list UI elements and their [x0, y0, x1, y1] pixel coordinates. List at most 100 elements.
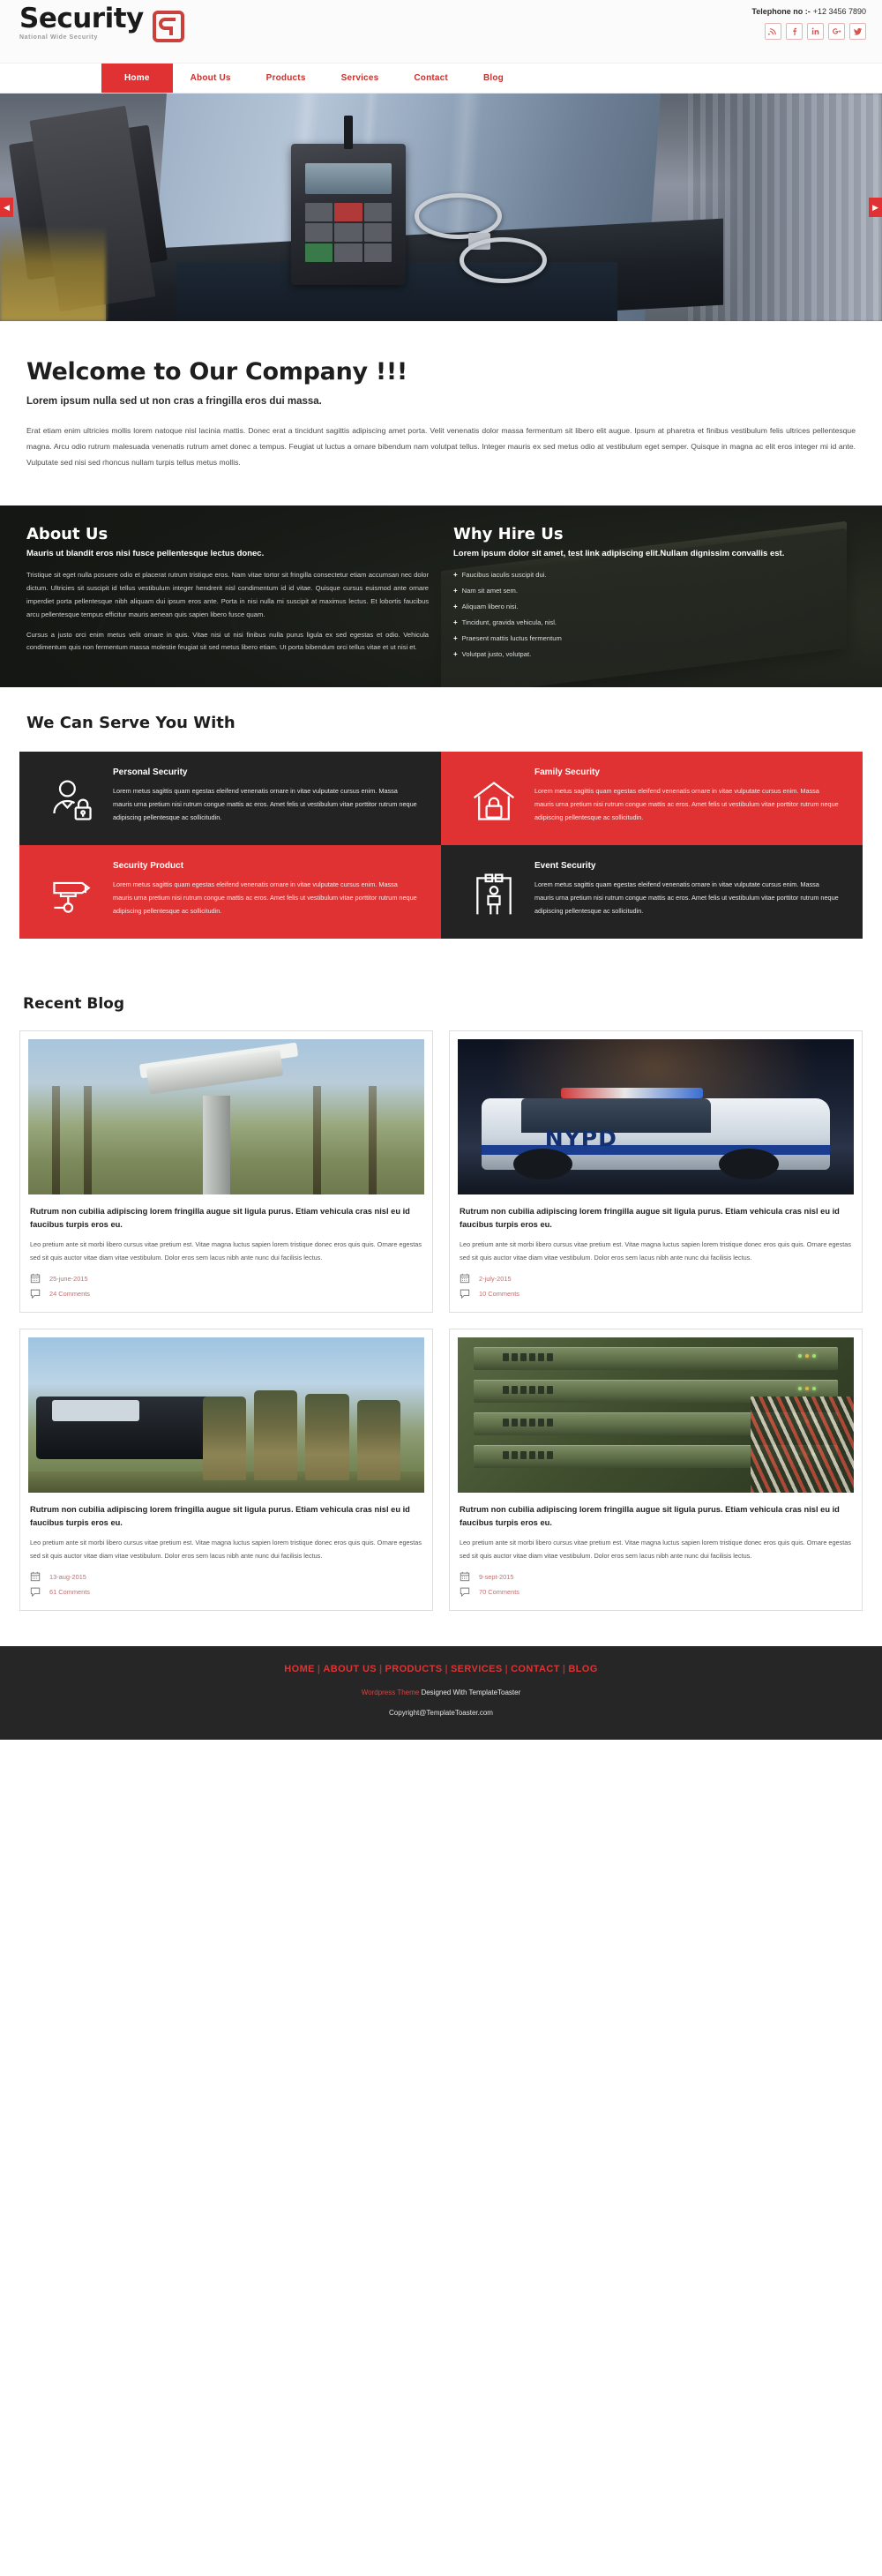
- hero-image: [0, 94, 882, 321]
- why-hire-title: Why Hire Us: [453, 525, 564, 544]
- blog-post-comments[interactable]: 24 Comments: [49, 1290, 90, 1298]
- blog-post-title[interactable]: Rutrum non cubilia adipiscing lorem frin…: [460, 1205, 852, 1231]
- facebook-icon[interactable]: [786, 23, 803, 40]
- blog-post-date[interactable]: 13-aug-2015: [49, 1573, 86, 1581]
- list-item: + Nam sit amet sem.: [453, 587, 856, 595]
- service-title: Family Security: [534, 768, 600, 778]
- footer-separator: |: [445, 1664, 448, 1675]
- plus-bullet-icon: +: [453, 603, 458, 611]
- blog-post-card[interactable]: NYPD Rutrum non cubilia adipiscing lorem…: [449, 1030, 863, 1314]
- blog-post-excerpt: Leo pretium ante sit morbi libero cursus…: [460, 1539, 851, 1560]
- about-paragraph-1: Tristique sit eget nulla posuere odio et…: [26, 571, 429, 618]
- social-links: [751, 23, 866, 40]
- blog-post-comments[interactable]: 10 Comments: [479, 1290, 519, 1298]
- footer-link-services[interactable]: SERVICES: [451, 1664, 503, 1674]
- linkedin-icon[interactable]: [807, 23, 824, 40]
- blog-post-meta: 2-july-2015 10 Comments: [460, 1273, 852, 1299]
- blog-post-comments[interactable]: 70 Comments: [479, 1588, 519, 1596]
- hero-slider: ◀ ▶: [0, 94, 882, 321]
- why-hire-subtitle: Lorem ipsum dolor sit amet, test link ad…: [453, 549, 785, 559]
- plus-bullet-icon: +: [453, 634, 458, 643]
- nav-item-products[interactable]: Products: [249, 64, 324, 93]
- why-hire-item-label: Nam sit amet sem.: [461, 587, 518, 595]
- footer-separator: |: [562, 1664, 566, 1675]
- why-hire-item-label: Faucibus iaculis suscipit dui.: [461, 571, 547, 580]
- about-subtitle: Mauris ut blandit eros nisi fusce pellen…: [26, 549, 265, 559]
- nav-item-about-us[interactable]: About Us: [173, 64, 249, 93]
- service-body: Lorem metus sagittis quam egestas eleife…: [534, 787, 839, 821]
- footer-navigation: HOME | ABOUT US | PRODUCTS | SERVICES | CONTACT |…: [0, 1664, 882, 1674]
- wordpress-theme-link[interactable]: Wordpress Theme: [362, 1689, 420, 1696]
- service-card-security-product[interactable]: Security Product Lorem metus sagittis qu…: [19, 845, 441, 940]
- googleplus-icon[interactable]: [828, 23, 845, 40]
- why-hire-list: + Faucibus iaculis suscipit dui. + Nam sit…: [453, 571, 856, 658]
- blog-post-date[interactable]: 25-june-2015: [49, 1275, 88, 1283]
- blog-post-title[interactable]: Rutrum non cubilia adipiscing lorem frin…: [460, 1503, 852, 1529]
- blog-grid: Rutrum non cubilia adipiscing lorem frin…: [19, 1030, 863, 1612]
- why-hire-item-label: Aliquam libero nisi.: [461, 603, 519, 611]
- blog-post-comments[interactable]: 61 Comments: [49, 1588, 90, 1596]
- footer-credit: Wordpress Theme Designed With TemplateTo…: [0, 1689, 882, 1696]
- blog-post-card[interactable]: Rutrum non cubilia adipiscing lorem frin…: [449, 1329, 863, 1612]
- telephone-number[interactable]: +12 3456 7890: [813, 7, 866, 16]
- services-grid: Personal Security Lorem metus sagittis q…: [19, 752, 863, 940]
- service-card-event-security[interactable]: Event Security Lorem metus sagittis quam…: [441, 845, 863, 940]
- footer-copyright: Copyright@TemplateToaster.com: [389, 1709, 493, 1718]
- rss-icon[interactable]: [765, 23, 781, 40]
- nav-item-services[interactable]: Services: [324, 64, 397, 93]
- footer-credit-text: Designed With TemplateToaster: [419, 1689, 521, 1697]
- blog-post-title[interactable]: Rutrum non cubilia adipiscing lorem frin…: [30, 1503, 422, 1529]
- nav-item-blog[interactable]: Blog: [466, 64, 521, 93]
- welcome-subtitle: Lorem ipsum nulla sed ut non cras a frin…: [26, 396, 322, 407]
- plus-bullet-icon: +: [453, 571, 458, 580]
- blog-post-meta: 25-june-2015 24 Comments: [30, 1273, 422, 1299]
- comment-icon: [30, 1288, 41, 1299]
- why-hire-us-column: Why Hire Us Lorem ipsum dolor sit amet, …: [453, 525, 856, 666]
- service-card-personal-security[interactable]: Personal Security Lorem metus sagittis q…: [19, 752, 441, 846]
- plus-bullet-icon: +: [453, 618, 458, 627]
- footer-link-products[interactable]: PRODUCTS: [385, 1664, 443, 1674]
- person-lock-icon: [32, 768, 113, 826]
- calendar-icon: [30, 1571, 41, 1582]
- footer-separator: |: [379, 1664, 383, 1675]
- footer-link-blog[interactable]: BLOG: [568, 1664, 597, 1674]
- twitter-icon[interactable]: [849, 23, 866, 40]
- blog-post-date[interactable]: 9-sept-2015: [479, 1573, 513, 1581]
- services-section: We Can Serve You With Personal Security …: [0, 687, 882, 980]
- hero-next-arrow[interactable]: ▶: [869, 198, 882, 217]
- blog-thumbnail-nypd-car[interactable]: NYPD: [458, 1039, 854, 1195]
- hero-prev-arrow[interactable]: ◀: [0, 198, 13, 217]
- blog-thumbnail-cctv-camera[interactable]: [28, 1039, 424, 1195]
- blog-post-meta: 13-aug-2015 61 Comments: [30, 1571, 422, 1598]
- blog-post-date[interactable]: 2-july-2015: [479, 1275, 512, 1283]
- logo-shield-icon: [151, 9, 186, 49]
- nav-item-home[interactable]: Home: [101, 64, 173, 93]
- blog-post-title[interactable]: Rutrum non cubilia adipiscing lorem frin…: [30, 1205, 422, 1231]
- metal-detector-icon: [453, 861, 534, 919]
- list-item: + Faucibus iaculis suscipit dui.: [453, 571, 856, 579]
- calendar-icon: [460, 1571, 470, 1582]
- footer-link-home[interactable]: HOME: [284, 1664, 315, 1674]
- service-body: Lorem metus sagittis quam egestas eleife…: [113, 880, 417, 915]
- list-item: + Aliquam libero nisi.: [453, 603, 856, 610]
- house-lock-icon: [453, 768, 534, 826]
- blog-post-card[interactable]: Rutrum non cubilia adipiscing lorem frin…: [19, 1329, 433, 1612]
- footer-link-contact[interactable]: CONTACT: [511, 1664, 560, 1674]
- list-item: + Tincidunt, gravida vehicula, nisl.: [453, 618, 856, 626]
- comment-icon: [460, 1586, 470, 1598]
- welcome-section: Welcome to Our Company !!! Lorem ipsum n…: [0, 321, 882, 506]
- nav-item-contact[interactable]: Contact: [396, 64, 466, 93]
- footer-link-about-us[interactable]: ABOUT US: [323, 1664, 377, 1674]
- service-card-family-security[interactable]: Family Security Lorem metus sagittis qua…: [441, 752, 863, 846]
- service-title: Security Product: [113, 861, 184, 872]
- about-us-column: About Us Mauris ut blandit eros nisi fus…: [26, 525, 429, 666]
- about-title: About Us: [26, 525, 108, 544]
- blog-post-card[interactable]: Rutrum non cubilia adipiscing lorem frin…: [19, 1030, 433, 1314]
- blog-title: Recent Blog: [23, 995, 125, 1014]
- service-title: Event Security: [534, 861, 596, 872]
- blog-post-excerpt: Leo pretium ante sit morbi libero cursus…: [30, 1240, 422, 1262]
- site-logo[interactable]: Security National Wide Security: [19, 5, 186, 49]
- blog-thumbnail-swat-team[interactable]: [28, 1337, 424, 1494]
- blog-thumbnail-server-rack[interactable]: [458, 1337, 854, 1494]
- cctv-camera-icon: [32, 861, 113, 919]
